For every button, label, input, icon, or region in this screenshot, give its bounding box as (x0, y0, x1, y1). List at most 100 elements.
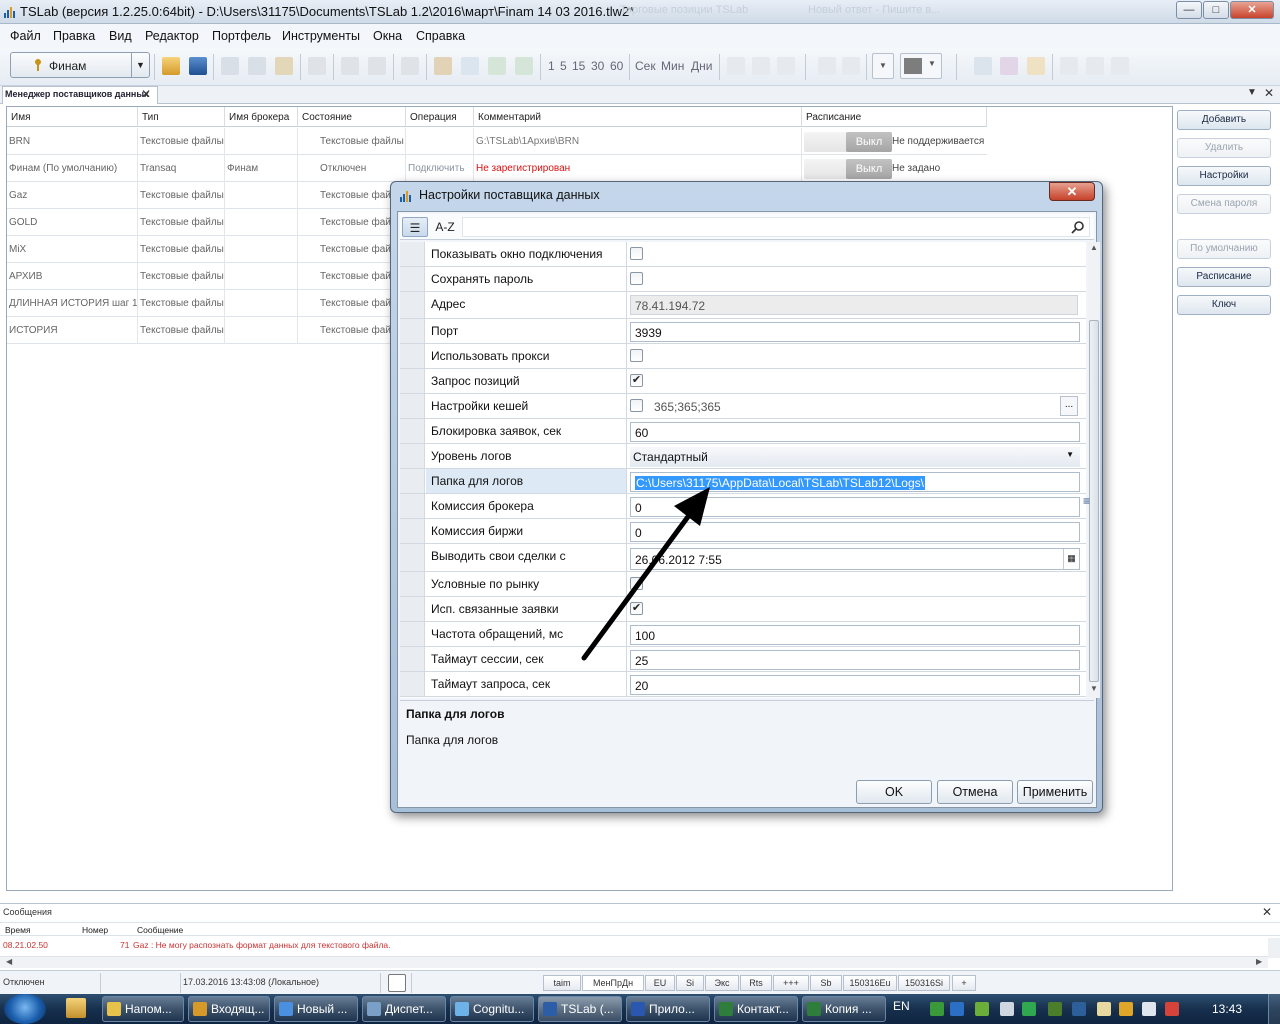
property-row[interactable]: Порт 3939 (400, 319, 1086, 344)
property-input[interactable]: 78.41.194.72 (630, 295, 1078, 315)
explorer-pinned-icon[interactable] (66, 998, 86, 1018)
unit-days[interactable]: Дни (691, 59, 712, 73)
col-header-message[interactable]: Сообщение (137, 925, 183, 935)
start-button[interactable] (4, 994, 46, 1024)
language-indicator[interactable]: EN (893, 999, 910, 1013)
property-row[interactable]: Выводить свои сделки с 26.06.2012 7:55 ▦ (400, 544, 1086, 572)
property-search-input[interactable] (462, 217, 1090, 237)
alphabetical-sort-button[interactable]: A-Z (431, 217, 459, 237)
dialog-close-button[interactable]: ✕ (1049, 182, 1095, 201)
taskbar-item[interactable]: Cognitu... (450, 996, 534, 1022)
tab-provider-manager[interactable]: Менеджер поставщиков данных (2, 86, 158, 104)
ok-button[interactable]: OK (856, 780, 932, 804)
ellipsis-button[interactable]: ... (1060, 396, 1078, 416)
message-row[interactable]: 08.21.02.50 71 Gaz : Не могу распознать … (0, 938, 1268, 952)
save-layout-icon[interactable] (974, 57, 992, 75)
property-row[interactable]: Показывать окно подключения (400, 242, 1086, 267)
property-input[interactable]: 3939 (630, 322, 1080, 342)
tray-icon[interactable] (1000, 1002, 1014, 1016)
taskbar-item[interactable]: Прило... (626, 996, 710, 1022)
col-header-operation[interactable]: Операция (406, 107, 474, 127)
property-checkbox[interactable]: ✔ (630, 374, 643, 387)
tray-icon[interactable] (930, 1002, 944, 1016)
change-password-button[interactable]: Смена пароля (1177, 194, 1271, 214)
play-icon[interactable] (488, 57, 506, 75)
schedule-toggle[interactable]: Выкл (804, 132, 892, 152)
property-row[interactable]: Комиссия брокера 0 (400, 494, 1086, 519)
redo-icon[interactable] (368, 57, 386, 75)
col-header-time[interactable]: Время (5, 925, 31, 935)
categorized-sort-icon[interactable]: ☰ (402, 217, 428, 237)
property-input[interactable]: 20 (630, 675, 1080, 695)
interval-30[interactable]: 30 (591, 59, 604, 73)
workspace-tab[interactable]: EU (645, 975, 675, 991)
property-input[interactable]: 100 (630, 625, 1080, 645)
show-desktop-button[interactable] (1268, 994, 1280, 1024)
tray-icon[interactable] (1048, 1002, 1062, 1016)
col-header-comment[interactable]: Комментарий (474, 107, 802, 127)
property-grid-scrollbar[interactable]: ▲ ▼ (1088, 242, 1100, 698)
property-input[interactable]: 0 (630, 522, 1080, 542)
col-header-number[interactable]: Номер (82, 925, 108, 935)
taskbar-item[interactable]: Новый ... (274, 996, 358, 1022)
taskbar-item[interactable]: Копия ... (802, 996, 886, 1022)
tab-close-icon[interactable]: ✕ (141, 87, 151, 101)
mail-tray-icon[interactable] (1097, 1002, 1111, 1016)
property-checkbox[interactable] (630, 272, 643, 285)
workspace-tab[interactable]: Sb (810, 975, 842, 991)
taskbar-item[interactable]: TSLab (... (538, 996, 622, 1022)
folder-layout-icon[interactable] (1027, 57, 1045, 75)
property-row[interactable]: Комиссия биржи 0 (400, 519, 1086, 544)
property-row[interactable]: Таймаут запроса, сек 20 (400, 672, 1086, 697)
tray-icon[interactable] (1119, 1002, 1133, 1016)
optimize-icon[interactable] (461, 57, 479, 75)
cell-op[interactable] (406, 128, 474, 155)
calendar-icon[interactable]: ▦ (1063, 549, 1079, 569)
workspace-tab[interactable]: Rts (740, 975, 772, 991)
close-button[interactable]: ✕ (1230, 1, 1274, 19)
col-header-type[interactable]: Тип (138, 107, 225, 127)
set-default-button[interactable]: По умолчанию (1177, 239, 1271, 259)
table-row[interactable]: Финам (По умолчанию) Transaq Финам Отключен… (7, 155, 987, 182)
menu-edit[interactable]: Правка (53, 29, 95, 43)
apply-button[interactable]: Применить (1017, 780, 1093, 804)
property-row[interactable]: Сохранять пароль (400, 267, 1086, 292)
col-header-name[interactable]: Имя (7, 107, 138, 127)
property-row[interactable]: Уровень логов Стандартный ▼ (400, 444, 1086, 469)
add-button[interactable]: Добавить (1177, 110, 1271, 130)
menu-help[interactable]: Справка (416, 29, 465, 43)
workspace-tab[interactable]: 150316Si (898, 975, 950, 991)
interval-15[interactable]: 15 (572, 59, 585, 73)
chart-icon[interactable] (434, 57, 452, 75)
panel-menu-icon[interactable]: ▼ (1247, 87, 1257, 98)
delete-icon[interactable] (308, 57, 326, 75)
workspace-tab[interactable]: taim (543, 975, 581, 991)
maximize-button[interactable]: □ (1203, 1, 1229, 19)
property-input[interactable]: 25 (630, 650, 1080, 670)
copy-icon[interactable] (221, 57, 239, 75)
save-icon[interactable] (189, 57, 207, 75)
chevron-down-icon[interactable]: ▼ (131, 53, 149, 77)
property-input[interactable]: 60 (630, 422, 1080, 442)
menu-editor[interactable]: Редактор (145, 29, 199, 43)
property-row[interactable]: Частота обращений, мс 100 (400, 622, 1086, 647)
taskbar-item[interactable]: Входящ... (188, 996, 270, 1022)
schedule-toggle[interactable]: Выкл (804, 159, 892, 179)
paste-icon[interactable] (275, 57, 293, 75)
messages-close-icon[interactable]: ✕ (1262, 905, 1272, 919)
property-input[interactable]: 0 (630, 497, 1080, 517)
unit-sec[interactable]: Сек (635, 59, 656, 73)
taskbar-item[interactable]: Напом... (102, 996, 184, 1022)
property-checkbox[interactable] (630, 399, 643, 412)
scroll-up-icon[interactable]: ▲ (1090, 243, 1098, 252)
line-icon[interactable] (752, 57, 770, 75)
property-checkbox[interactable] (630, 247, 643, 260)
cell-op[interactable]: Подключить (406, 155, 474, 182)
menu-portfolio[interactable]: Портфель (212, 29, 271, 43)
scroll-down-icon[interactable]: ▼ (1090, 684, 1098, 693)
taskbar-item[interactable]: Контакт... (714, 996, 798, 1022)
property-row[interactable]: Исп. связанные заявки ✔ (400, 597, 1086, 622)
cursor-icon[interactable] (727, 57, 745, 75)
menu-tools[interactable]: Инструменты (282, 29, 360, 43)
menu-view[interactable]: Вид (109, 29, 132, 43)
